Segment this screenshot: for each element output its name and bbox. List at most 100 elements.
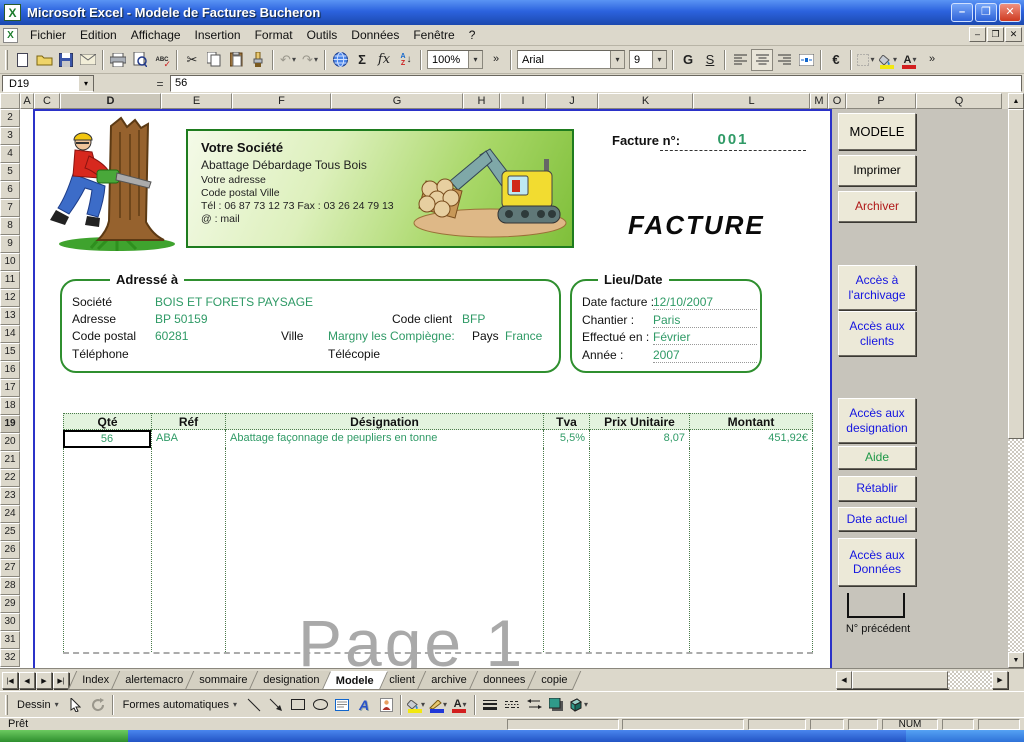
next-sheet-icon[interactable]: ▶ [36, 672, 52, 689]
row-header[interactable]: 7 [0, 199, 20, 217]
macro-button[interactable]: Accès à l'archivage [838, 265, 916, 310]
print-preview-icon[interactable] [129, 49, 151, 71]
macro-button[interactable]: Imprimer [838, 155, 916, 186]
menu-item[interactable]: Fichier [23, 26, 73, 44]
underline-icon[interactable]: S [699, 49, 721, 71]
column-header[interactable]: D [60, 93, 161, 109]
menu-item[interactable]: Affichage [124, 26, 188, 44]
zoom-dropdown-icon[interactable]: ▾ [468, 51, 482, 68]
menu-item[interactable]: Outils [300, 26, 345, 44]
scroll-right-icon[interactable]: ▶ [992, 671, 1008, 689]
row-header[interactable]: 8 [0, 217, 20, 235]
paste-icon[interactable] [225, 49, 247, 71]
column-header[interactable]: E [161, 93, 232, 109]
column-header[interactable]: F [232, 93, 331, 109]
borders-icon[interactable]: ▾ [855, 49, 877, 71]
scroll-up-icon[interactable]: ▲ [1008, 93, 1024, 109]
font-size-dropdown-icon[interactable]: ▾ [652, 51, 666, 68]
taskbar-start-segment[interactable] [0, 730, 128, 742]
row-header[interactable]: 24 [0, 505, 20, 523]
macro-button[interactable]: Date actuel [838, 507, 916, 531]
paste-function-icon[interactable]: fx [373, 49, 395, 71]
free-rotate-icon[interactable] [87, 695, 109, 715]
fill-color-icon[interactable]: ▾ [405, 695, 427, 715]
dash-style-icon[interactable] [501, 695, 523, 715]
row-header[interactable]: 3 [0, 127, 20, 145]
invoice-number-value[interactable]: 001 [660, 131, 806, 151]
macro-button[interactable]: Accès aux Données [838, 538, 916, 586]
scroll-down-icon[interactable]: ▼ [1008, 652, 1024, 668]
more-buttons-icon[interactable]: » [485, 49, 507, 71]
cell-ref[interactable]: ABA [151, 430, 225, 448]
euro-icon[interactable]: € [825, 49, 847, 71]
row-header[interactable]: 2 [0, 109, 20, 127]
format-painter-icon[interactable] [247, 49, 269, 71]
column-header[interactable]: I [500, 93, 546, 109]
font-select[interactable]: Arial▾ [517, 50, 625, 69]
row-header[interactable]: 16 [0, 361, 20, 379]
column-header[interactable]: G [331, 93, 463, 109]
row-header[interactable]: 22 [0, 469, 20, 487]
macro-button[interactable]: Accès aux designation [838, 398, 916, 443]
hyperlink-globe-icon[interactable] [329, 49, 351, 71]
row-header[interactable]: 18 [0, 397, 20, 415]
equals-icon[interactable]: = [152, 76, 168, 92]
row-header[interactable]: 9 [0, 235, 20, 253]
font-color-icon[interactable]: A ▾ [899, 49, 921, 71]
align-right-icon[interactable] [773, 49, 795, 71]
bold-icon[interactable]: G [677, 49, 699, 71]
macro-button[interactable]: Aide [838, 446, 916, 469]
row-header[interactable]: 11 [0, 271, 20, 289]
row-header[interactable]: 10 [0, 253, 20, 271]
sheet-tab[interactable]: copie [527, 671, 582, 690]
line-color-icon[interactable]: ▾ [427, 695, 449, 715]
cell-tva[interactable]: 5,5% [543, 430, 589, 448]
pays-value[interactable]: France [505, 329, 542, 343]
line-style-icon[interactable] [479, 695, 501, 715]
cell-designation[interactable]: Abattage façonnage de peupliers en tonne [225, 430, 543, 448]
sheet-tab[interactable]: Modele [321, 671, 387, 690]
menu-item[interactable]: Insertion [188, 26, 248, 44]
minimize-button[interactable]: – [951, 3, 973, 22]
societe-value[interactable]: BOIS ET FORETS PAYSAGE [155, 295, 313, 309]
font-dropdown-icon[interactable]: ▾ [610, 51, 624, 68]
row-header[interactable]: 15 [0, 343, 20, 361]
column-header[interactable]: A [20, 93, 34, 109]
column-header[interactable]: L [693, 93, 810, 109]
column-header[interactable]: O [828, 93, 846, 109]
macro-button[interactable]: Accès aux clients [838, 311, 916, 356]
row-header[interactable]: 25 [0, 523, 20, 541]
zoom-select[interactable]: 100%▾ [427, 50, 483, 69]
row-header[interactable]: 21 [0, 451, 20, 469]
rectangle-tool-icon[interactable] [287, 695, 309, 715]
insert-clipart-icon[interactable] [375, 695, 397, 715]
menu-item[interactable]: Format [248, 26, 300, 44]
menu-item[interactable]: Edition [73, 26, 124, 44]
taskbar-window-segment[interactable] [128, 730, 906, 742]
workbook-restore-button[interactable]: ❐ [987, 27, 1004, 42]
horizontal-scrollbar-thumb[interactable] [852, 671, 948, 689]
ville-value[interactable]: Margny les Compiègne: [328, 329, 455, 343]
formula-input[interactable]: 56 [170, 75, 1022, 92]
row-header[interactable]: 20 [0, 433, 20, 451]
print-icon[interactable] [107, 49, 129, 71]
menu-item[interactable]: Fenêtre [406, 26, 461, 44]
row-header[interactable]: 30 [0, 613, 20, 631]
sheet-tab[interactable]: designation [249, 671, 334, 690]
macro-button[interactable]: Rétablir [838, 476, 916, 501]
horizontal-scrollbar-track[interactable] [948, 671, 992, 689]
cell-montant[interactable]: 451,92€ [689, 430, 813, 448]
row-header[interactable]: 5 [0, 163, 20, 181]
code-postal-value[interactable]: 60281 [155, 329, 188, 343]
lieu-date-value[interactable]: 12/10/2007 [653, 295, 757, 310]
row-header[interactable]: 12 [0, 289, 20, 307]
macro-button[interactable]: Archiver [838, 191, 916, 222]
taskbar-tray-segment[interactable] [906, 730, 1024, 742]
name-box-dropdown-icon[interactable]: ▾ [79, 76, 93, 91]
restore-button[interactable]: ❐ [975, 3, 997, 22]
lieu-date-value[interactable]: Paris [653, 313, 757, 328]
dessin-menu-button[interactable]: Dessin▾ [11, 696, 65, 714]
print-area-border-right[interactable] [830, 109, 832, 668]
more-buttons-icon[interactable]: » [921, 49, 943, 71]
fill-color-icon[interactable]: ▾ [877, 49, 899, 71]
